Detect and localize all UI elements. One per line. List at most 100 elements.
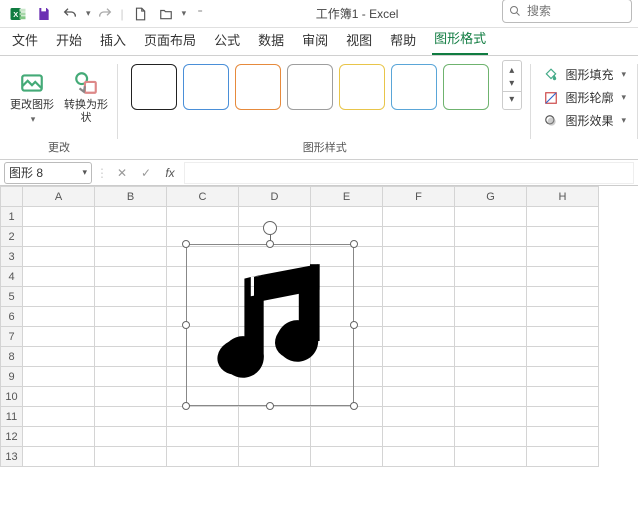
- row-header[interactable]: 7: [1, 327, 23, 347]
- cell[interactable]: [455, 407, 527, 427]
- excel-app-icon[interactable]: X: [6, 2, 30, 26]
- tab-file[interactable]: 文件: [10, 26, 40, 55]
- cell[interactable]: [455, 287, 527, 307]
- cell[interactable]: [95, 247, 167, 267]
- resize-handle[interactable]: [182, 240, 190, 248]
- cell[interactable]: [95, 207, 167, 227]
- resize-handle[interactable]: [350, 240, 358, 248]
- worksheet-grid[interactable]: ABCDEFGH12345678910111213: [0, 186, 638, 467]
- shape-fill-button[interactable]: 图形填充 ▾: [543, 66, 626, 83]
- tab-review[interactable]: 审阅: [300, 26, 330, 55]
- cell[interactable]: [527, 287, 599, 307]
- cell[interactable]: [23, 327, 95, 347]
- cell[interactable]: [239, 447, 311, 467]
- column-header[interactable]: E: [311, 187, 383, 207]
- cell[interactable]: [95, 227, 167, 247]
- shape-styles-gallery[interactable]: [128, 60, 492, 114]
- row-header[interactable]: 1: [1, 207, 23, 227]
- tab-view[interactable]: 视图: [344, 26, 374, 55]
- cell[interactable]: [23, 307, 95, 327]
- cell[interactable]: [455, 207, 527, 227]
- shape-style-swatch[interactable]: [235, 64, 281, 110]
- cell[interactable]: [95, 307, 167, 327]
- convert-to-shape-button[interactable]: 转换为形状: [62, 60, 110, 130]
- shape-style-swatch[interactable]: [131, 64, 177, 110]
- name-box[interactable]: 图形 8 ▾: [4, 162, 92, 184]
- cell[interactable]: [527, 407, 599, 427]
- column-header[interactable]: G: [455, 187, 527, 207]
- cell[interactable]: [383, 227, 455, 247]
- resize-handle[interactable]: [182, 402, 190, 410]
- row-header[interactable]: 5: [1, 287, 23, 307]
- cell[interactable]: [383, 347, 455, 367]
- new-file-icon[interactable]: [128, 2, 152, 26]
- tab-shape-format[interactable]: 图形格式: [432, 24, 488, 55]
- cell[interactable]: [95, 447, 167, 467]
- redo-button[interactable]: [93, 2, 117, 26]
- shape-effects-button[interactable]: 图形效果 ▾: [543, 112, 626, 129]
- shape-style-swatch[interactable]: [183, 64, 229, 110]
- cell[interactable]: [383, 287, 455, 307]
- cell[interactable]: [383, 427, 455, 447]
- cell[interactable]: [455, 427, 527, 447]
- cell[interactable]: [167, 407, 239, 427]
- cell[interactable]: [527, 267, 599, 287]
- cell[interactable]: [95, 427, 167, 447]
- row-header[interactable]: 9: [1, 367, 23, 387]
- change-graphic-button[interactable]: 更改图形 ▾: [8, 60, 56, 130]
- cell[interactable]: [167, 427, 239, 447]
- cell[interactable]: [383, 447, 455, 467]
- cell[interactable]: [23, 207, 95, 227]
- shape-style-swatch[interactable]: [339, 64, 385, 110]
- row-header[interactable]: 12: [1, 427, 23, 447]
- select-all-corner[interactable]: [1, 187, 23, 207]
- row-header[interactable]: 10: [1, 387, 23, 407]
- cell[interactable]: [95, 347, 167, 367]
- tab-insert[interactable]: 插入: [98, 26, 128, 55]
- search-input[interactable]: [527, 4, 617, 18]
- tab-home[interactable]: 开始: [54, 26, 84, 55]
- cell[interactable]: [311, 407, 383, 427]
- row-header[interactable]: 6: [1, 307, 23, 327]
- cell[interactable]: [239, 427, 311, 447]
- cell[interactable]: [95, 287, 167, 307]
- row-header[interactable]: 4: [1, 267, 23, 287]
- column-header[interactable]: C: [167, 187, 239, 207]
- shape-selection-box[interactable]: [186, 244, 354, 406]
- cell[interactable]: [383, 207, 455, 227]
- column-header[interactable]: A: [23, 187, 95, 207]
- shape-style-swatch[interactable]: [391, 64, 437, 110]
- column-header[interactable]: F: [383, 187, 455, 207]
- cell[interactable]: [527, 347, 599, 367]
- cell[interactable]: [311, 427, 383, 447]
- row-header[interactable]: 13: [1, 447, 23, 467]
- cell[interactable]: [527, 427, 599, 447]
- music-note-icon[interactable]: [187, 245, 353, 405]
- cell[interactable]: [455, 267, 527, 287]
- cell[interactable]: [455, 367, 527, 387]
- cell[interactable]: [23, 427, 95, 447]
- cell[interactable]: [95, 267, 167, 287]
- cell[interactable]: [239, 407, 311, 427]
- cell[interactable]: [527, 387, 599, 407]
- search-box[interactable]: [502, 0, 632, 23]
- tab-data[interactable]: 数据: [256, 26, 286, 55]
- cell[interactable]: [23, 347, 95, 367]
- row-header[interactable]: 8: [1, 347, 23, 367]
- cell[interactable]: [455, 227, 527, 247]
- save-icon[interactable]: [32, 2, 56, 26]
- cell[interactable]: [23, 367, 95, 387]
- cell[interactable]: [23, 287, 95, 307]
- cell[interactable]: [455, 387, 527, 407]
- undo-button[interactable]: [58, 2, 82, 26]
- cell[interactable]: [527, 247, 599, 267]
- cell[interactable]: [455, 327, 527, 347]
- cell[interactable]: [455, 347, 527, 367]
- cell[interactable]: [383, 247, 455, 267]
- cell[interactable]: [95, 387, 167, 407]
- open-dropdown-icon[interactable]: ▾: [182, 8, 187, 19]
- shape-outline-button[interactable]: 图形轮廓 ▾: [543, 89, 626, 106]
- column-header[interactable]: H: [527, 187, 599, 207]
- cell[interactable]: [383, 327, 455, 347]
- cell[interactable]: [383, 267, 455, 287]
